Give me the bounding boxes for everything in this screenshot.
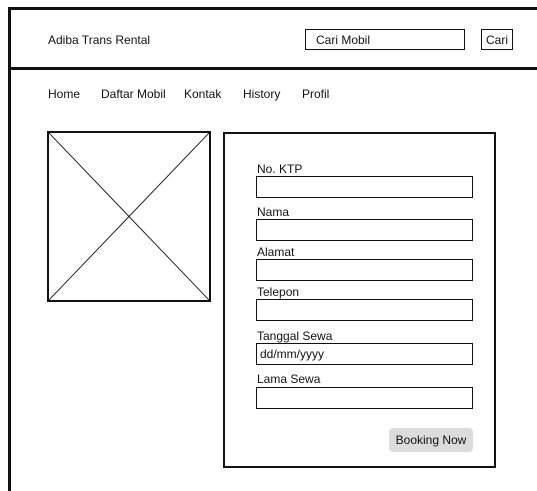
label-tanggal-sewa: Tanggal Sewa: [257, 329, 333, 343]
car-image-placeholder: [47, 131, 211, 302]
nama-field[interactable]: [256, 219, 473, 241]
label-lama-sewa: Lama Sewa: [257, 372, 321, 386]
tanggal-sewa-field[interactable]: [256, 343, 473, 365]
alamat-field[interactable]: [256, 259, 473, 281]
booking-now-button[interactable]: Booking Now: [389, 428, 473, 452]
search-input[interactable]: [305, 29, 465, 50]
label-telepon: Telepon: [257, 285, 300, 299]
telepon-field[interactable]: [256, 299, 473, 321]
search-button[interactable]: Cari: [481, 29, 513, 50]
nav-daftar-mobil[interactable]: Daftar Mobil: [101, 86, 166, 102]
lama-sewa-field[interactable]: [256, 387, 473, 409]
site-brand: Adiba Trans Rental: [48, 33, 151, 47]
label-nama: Nama: [257, 205, 290, 219]
label-alamat: Alamat: [257, 245, 295, 259]
no-ktp-field[interactable]: [256, 176, 473, 198]
nav-profil[interactable]: Profil: [302, 86, 329, 102]
image-placeholder-icon: [49, 133, 209, 300]
label-no-ktp: No. KTP: [257, 162, 303, 176]
nav-home[interactable]: Home: [48, 86, 80, 102]
nav-kontak[interactable]: Kontak: [184, 86, 221, 102]
nav-history[interactable]: History: [243, 86, 280, 102]
header-divider: [8, 67, 537, 70]
